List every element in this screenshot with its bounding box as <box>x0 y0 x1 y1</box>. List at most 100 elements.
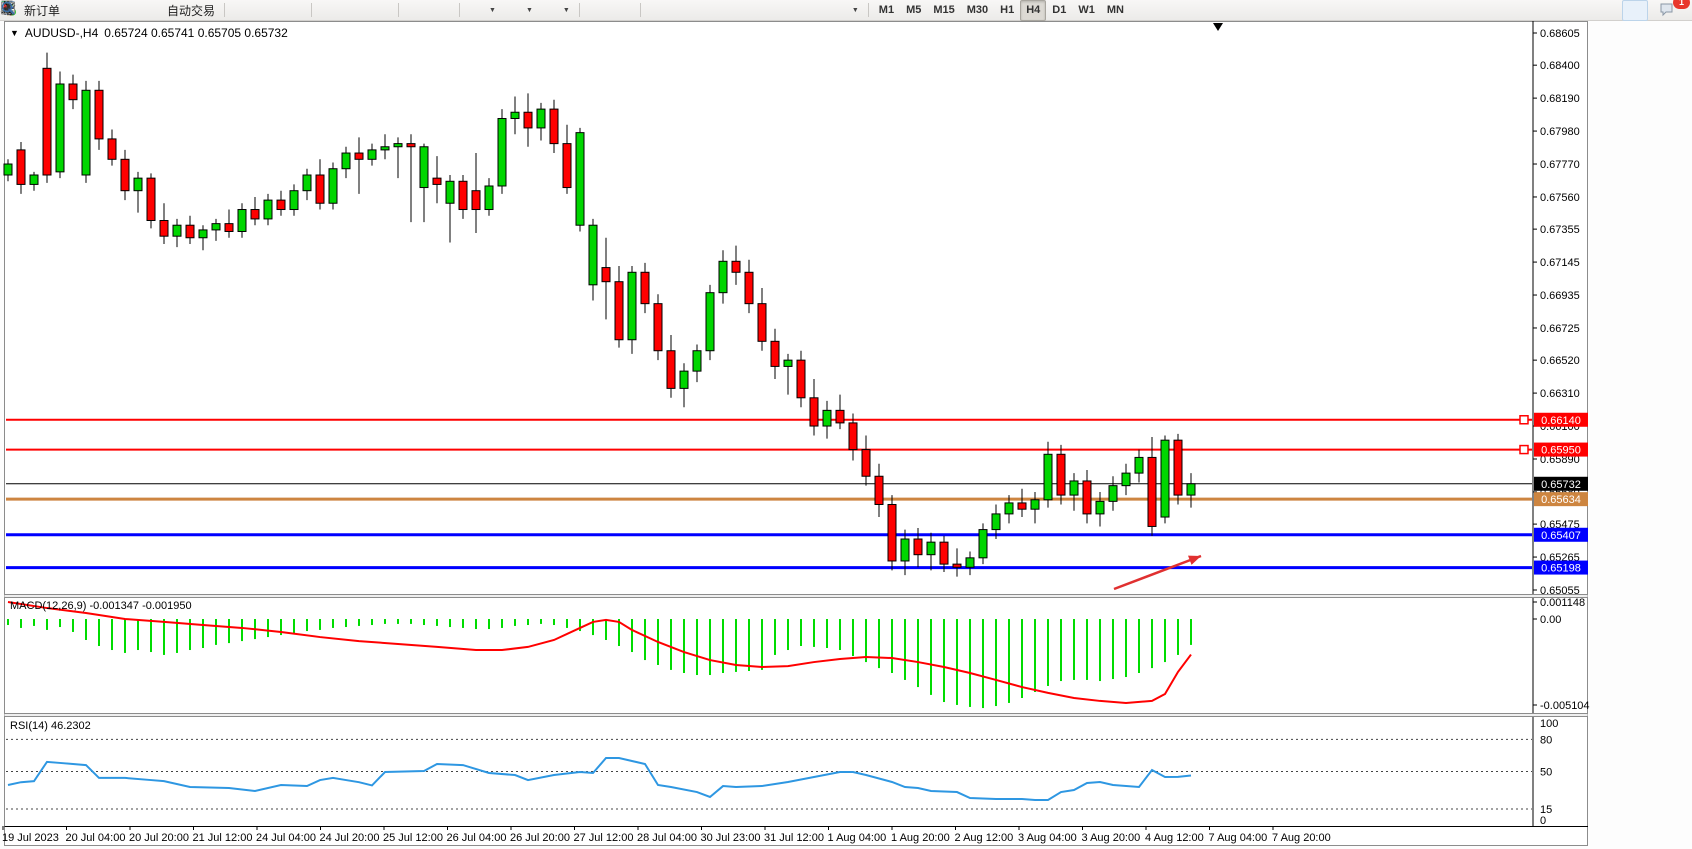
chart-canvas[interactable]: 0.686050.684000.681900.679800.677700.675… <box>0 0 1692 849</box>
notification-badge: 1 <box>1673 0 1690 9</box>
zoom-in-icon <box>321 2 337 18</box>
community-button[interactable] <box>91 0 117 21</box>
candle-body <box>108 139 116 159</box>
candle-body <box>693 351 701 371</box>
shapes-icon <box>832 2 848 18</box>
line-chart-icon <box>286 2 302 18</box>
candle-body <box>563 144 571 188</box>
candle-body <box>43 68 51 175</box>
price-tick-label: 0.66520 <box>1540 355 1580 367</box>
candle-body <box>1083 481 1091 514</box>
ohlc-values: 0.65724 0.65741 0.65705 0.65732 <box>104 26 288 40</box>
candle-body <box>784 360 792 366</box>
add-indicator-icon <box>469 2 485 18</box>
toolbar-separator <box>224 3 225 17</box>
candle-body <box>1148 457 1156 526</box>
time-tick-label: 26 Jul 04:00 <box>447 832 507 844</box>
candle-body <box>459 181 467 209</box>
cursor-button[interactable] <box>584 0 610 21</box>
candle-body <box>160 221 168 237</box>
candle-body <box>1057 454 1065 495</box>
text-label-button[interactable]: T <box>801 0 827 21</box>
candle-body <box>888 504 896 560</box>
timeframe-button-m15[interactable]: M15 <box>927 0 960 21</box>
signals-button[interactable] <box>117 0 143 21</box>
macd-axis-label: -0.005104 <box>1540 700 1590 712</box>
candle-body <box>485 186 493 210</box>
time-tick-label: 25 Jul 12:00 <box>383 832 443 844</box>
channel-button[interactable]: E <box>723 0 749 21</box>
candle-body <box>251 210 259 219</box>
vertical-line-button[interactable] <box>645 0 671 21</box>
time-tick-label: 7 Aug 20:00 <box>1272 832 1331 844</box>
toolbar-separator <box>459 3 460 17</box>
candlestick-icon <box>260 2 276 18</box>
candle-body <box>277 200 285 209</box>
price-tick-label: 0.67145 <box>1540 257 1580 269</box>
shapes-button[interactable]: ▼ <box>827 0 864 21</box>
timeframe-button-mn[interactable]: MN <box>1101 0 1130 21</box>
templates-button[interactable]: ▼ <box>538 0 575 21</box>
bar-chart-button[interactable] <box>229 0 255 21</box>
text-icon: A <box>780 2 796 18</box>
zoom-out-button[interactable] <box>342 0 368 21</box>
candle-body <box>1018 503 1026 509</box>
price-tick-label: 0.67770 <box>1540 159 1580 171</box>
notifications-button[interactable]: 1 <box>1658 0 1684 21</box>
candle-body <box>303 175 311 191</box>
candle-body <box>420 147 428 188</box>
time-tick-label: 20 Jul 04:00 <box>66 832 126 844</box>
time-tick-label: 24 Jul 04:00 <box>256 832 316 844</box>
tile-windows-button[interactable] <box>368 0 394 21</box>
auto-scroll-button[interactable] <box>403 0 429 21</box>
text-button[interactable]: A <box>775 0 801 21</box>
timeframe-button-d1[interactable]: D1 <box>1046 0 1072 21</box>
bar-chart-icon <box>234 2 250 18</box>
timeframe-button-h4[interactable]: H4 <box>1020 0 1046 21</box>
macd-label: MACD(12,26,9) -0.001347 -0.001950 <box>10 600 192 612</box>
time-tick-label: 3 Aug 20:00 <box>1082 832 1141 844</box>
candle-body <box>342 153 350 169</box>
search-button[interactable] <box>1622 0 1648 21</box>
price-tick-label: 0.67980 <box>1540 126 1580 138</box>
timeframe-button-m1[interactable]: M1 <box>873 0 900 21</box>
cursor-icon <box>589 2 605 18</box>
line-chart-button[interactable] <box>281 0 307 21</box>
candle-body <box>30 175 38 184</box>
toolbar-separator <box>868 3 869 17</box>
indicators-button[interactable]: ▼ <box>464 0 501 21</box>
candle-body <box>810 398 818 426</box>
horizontal-line-button[interactable] <box>671 0 697 21</box>
candle-body <box>446 181 454 203</box>
time-tick-label: 27 Jul 12:00 <box>574 832 634 844</box>
zoom-in-button[interactable] <box>316 0 342 21</box>
toolbar-separator <box>311 3 312 17</box>
chart-shift-button[interactable] <box>429 0 455 21</box>
auto-trading-button[interactable]: 自动交易 <box>143 0 220 21</box>
timeframe-button-m30[interactable]: M30 <box>961 0 994 21</box>
candle-body <box>732 261 740 272</box>
timeframe-button-w1[interactable]: W1 <box>1072 0 1101 21</box>
candle-body <box>511 112 519 118</box>
periods-button[interactable]: ▼ <box>501 0 538 21</box>
collapse-triangle-icon[interactable]: ▼ <box>10 28 19 38</box>
timeframe-button-m5[interactable]: M5 <box>900 0 927 21</box>
candle-body <box>589 225 597 285</box>
candle-body <box>264 200 272 219</box>
toolbar: 新订单自动交易▼▼▼EFAT▼M1M5M15M30H1H4D1W1MN1 <box>0 0 1692 21</box>
candle-body <box>238 210 246 232</box>
time-tick-label: 31 Jul 12:00 <box>764 832 824 844</box>
price-label-text: 0.65732 <box>1541 479 1581 491</box>
trendline-button[interactable] <box>697 0 723 21</box>
styler-button[interactable] <box>65 0 91 21</box>
candle-body <box>355 153 363 159</box>
toolbar-separator <box>398 3 399 17</box>
fibonacci-button[interactable]: F <box>749 0 775 21</box>
crosshair-button[interactable] <box>610 0 636 21</box>
candle-body <box>667 351 675 389</box>
candlestick-button[interactable] <box>255 0 281 21</box>
candle-body <box>17 150 25 185</box>
timeframe-button-h1[interactable]: H1 <box>994 0 1020 21</box>
toolbar-separator <box>579 3 580 17</box>
candle-body <box>368 150 376 159</box>
